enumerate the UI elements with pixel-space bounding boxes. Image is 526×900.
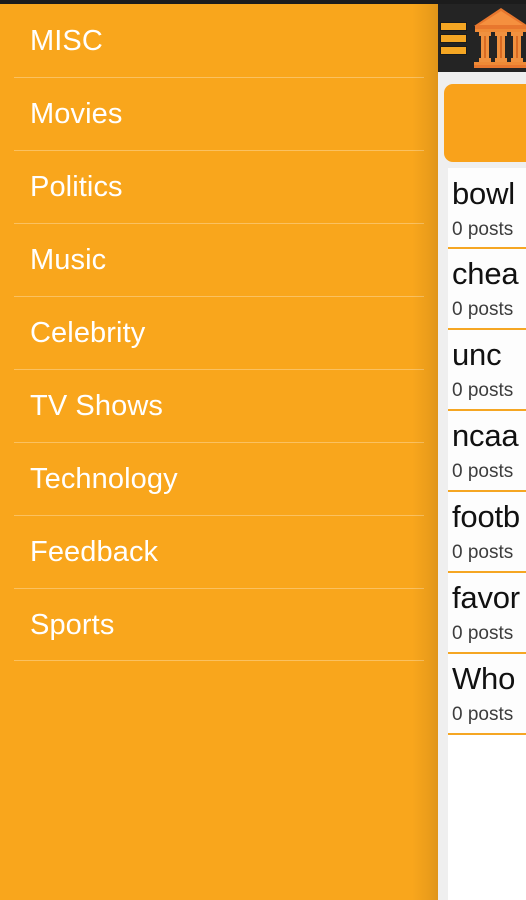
drawer-item-technology[interactable]: Technology	[0, 442, 438, 515]
drawer-item-label: Feedback	[30, 535, 159, 568]
drawer-item-label: Sports	[30, 608, 115, 641]
drawer-item-label: Technology	[30, 462, 178, 495]
post-list-item[interactable]: Who 0 posts	[448, 654, 526, 735]
post-list-item[interactable]: footb 0 posts	[448, 492, 526, 573]
drawer-item-movies[interactable]: Movies	[0, 77, 438, 150]
drawer-item-label: Movies	[30, 97, 123, 130]
drawer-item-music[interactable]: Music	[0, 223, 438, 296]
drawer-item-label: MISC	[30, 24, 103, 57]
post-list-item[interactable]: unc 0 posts	[448, 330, 526, 411]
post-title: chea	[452, 256, 519, 291]
status-strip	[0, 0, 526, 4]
drawer-item-label: TV Shows	[30, 389, 163, 422]
post-title: ncaa	[452, 418, 519, 453]
drawer-item-misc[interactable]: MISC	[0, 4, 438, 77]
post-count-label: 0 posts	[452, 380, 514, 401]
drawer-item-list: MISC Movies Politics Music Celebrity TV Shows…	[0, 4, 438, 661]
post-title: footb	[452, 499, 520, 534]
post-list: bowl 0 posts chea 0 posts unc 0 posts ncaa 0 po…	[448, 168, 526, 735]
post-count-label: 0 posts	[452, 461, 514, 482]
post-count-label: 0 posts	[452, 299, 514, 320]
post-title: unc	[452, 337, 502, 372]
drawer-item-politics[interactable]: Politics	[0, 150, 438, 223]
post-list-item[interactable]: bowl 0 posts	[448, 168, 526, 249]
drawer-item-label: Politics	[30, 170, 123, 203]
post-count-label: 0 posts	[452, 704, 514, 725]
post-title: Who	[452, 661, 516, 696]
hamburger-bar	[440, 45, 467, 55]
featured-card[interactable]	[444, 84, 526, 162]
hamburger-bar	[440, 21, 467, 31]
hamburger-bar	[440, 33, 467, 43]
list-empty-area	[448, 735, 526, 900]
post-list-item[interactable]: chea 0 posts	[448, 249, 526, 330]
post-list-item[interactable]: favor 0 posts	[448, 573, 526, 654]
navigation-drawer: MISC Movies Politics Music Celebrity TV Shows…	[0, 4, 438, 900]
drawer-item-tv-shows[interactable]: TV Shows	[0, 369, 438, 442]
drawer-item-sports[interactable]: Sports	[0, 588, 438, 661]
post-count-label: 0 posts	[452, 542, 514, 563]
drawer-item-feedback[interactable]: Feedback	[0, 515, 438, 588]
drawer-item-label: Music	[30, 243, 107, 276]
drawer-item-label: Celebrity	[30, 316, 146, 349]
app-root: bowl 0 posts chea 0 posts unc 0 posts ncaa 0 po…	[0, 0, 526, 900]
post-title: bowl	[452, 176, 515, 211]
museum-building-logo	[474, 8, 526, 68]
post-count-label: 0 posts	[452, 623, 514, 644]
post-list-item[interactable]: ncaa 0 posts	[448, 411, 526, 492]
post-title: favor	[452, 580, 520, 615]
hamburger-menu-icon[interactable]	[440, 21, 467, 55]
drawer-item-celebrity[interactable]: Celebrity	[0, 296, 438, 369]
post-count-label: 0 posts	[452, 219, 514, 240]
